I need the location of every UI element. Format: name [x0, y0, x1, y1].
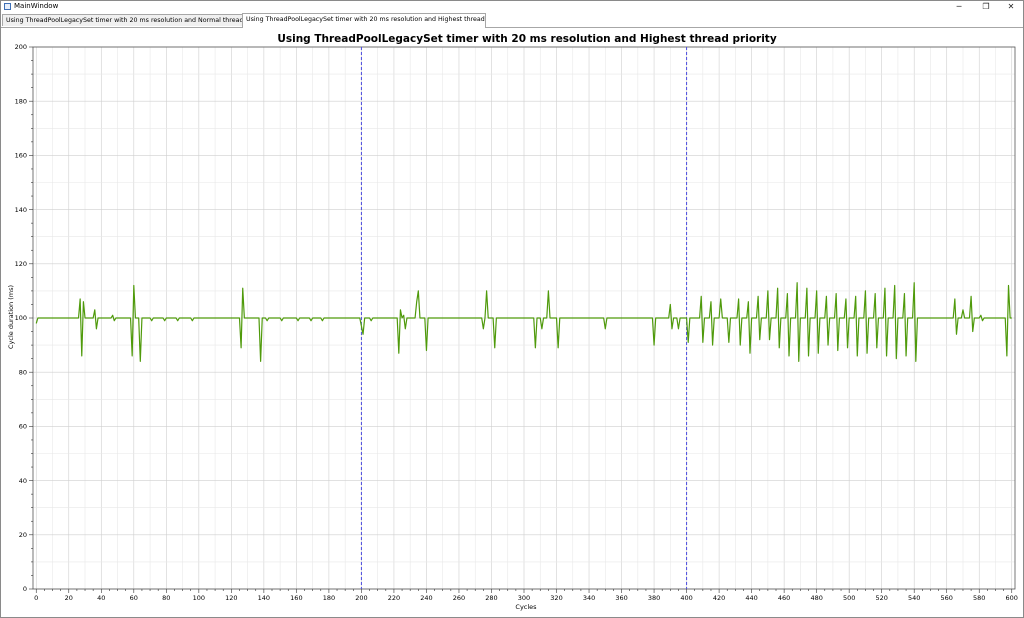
chart-title: Using ThreadPoolLegacySet timer with 20 …: [277, 33, 777, 45]
y-tick-label: 80: [19, 368, 27, 376]
x-tick-label: 100: [193, 594, 205, 602]
x-tick-label: 220: [388, 594, 400, 602]
x-tick-label: 340: [583, 594, 595, 602]
cycle-duration-chart: Using ThreadPoolLegacySet timer with 20 …: [7, 33, 1018, 611]
y-tick-label: 140: [15, 206, 27, 214]
y-tick-label: 160: [15, 152, 27, 160]
tab-highest-priority[interactable]: Using ThreadPoolLegacySet timer with 20 …: [242, 13, 486, 28]
x-tick-label: 140: [258, 594, 270, 602]
x-tick-label: 480: [810, 594, 822, 602]
x-tick-label: 380: [648, 594, 660, 602]
x-tick-label: 320: [550, 594, 562, 602]
x-tick-label: 440: [745, 594, 757, 602]
x-axis-label: Cycles: [515, 603, 537, 611]
app-icon: [4, 3, 11, 10]
window-title: MainWindow: [14, 2, 59, 10]
close-button[interactable]: ✕: [998, 1, 1024, 12]
tab-strip: Using ThreadPoolLegacySet timer with 20 …: [1, 13, 1023, 28]
x-tick-label: 120: [225, 594, 237, 602]
maximize-button[interactable]: ❐: [973, 1, 999, 12]
x-tick-label: 80: [162, 594, 170, 602]
y-tick-label: 0: [23, 585, 27, 593]
x-tick-label: 40: [97, 594, 105, 602]
x-tick-label: 200: [355, 594, 367, 602]
tab-normal-priority[interactable]: Using ThreadPoolLegacySet timer with 20 …: [2, 14, 243, 26]
x-tick-label: 540: [908, 594, 920, 602]
x-tick-label: 240: [420, 594, 432, 602]
x-tick-label: 560: [941, 594, 953, 602]
x-tick-label: 180: [323, 594, 335, 602]
x-tick-label: 260: [453, 594, 465, 602]
y-tick-label: 40: [19, 477, 27, 485]
y-tick-label: 60: [19, 423, 27, 431]
x-tick-label: 20: [65, 594, 73, 602]
y-tick-label: 100: [15, 314, 27, 322]
x-tick-label: 360: [615, 594, 627, 602]
x-tick-label: 300: [518, 594, 530, 602]
x-tick-label: 0: [34, 594, 38, 602]
x-tick-label: 500: [843, 594, 855, 602]
x-tick-label: 420: [713, 594, 725, 602]
title-bar[interactable]: MainWindow ─ ❐ ✕: [1, 1, 1023, 12]
main-window: MainWindow ─ ❐ ✕ Using ThreadPoolLegacyS…: [0, 0, 1024, 618]
x-tick-label: 280: [485, 594, 497, 602]
y-tick-label: 120: [15, 260, 27, 268]
x-tick-label: 60: [130, 594, 138, 602]
x-tick-label: 600: [1006, 594, 1018, 602]
x-tick-label: 400: [680, 594, 692, 602]
tick-labels: 0 20 40 60 80 100 120 140 160 180 200 220 240 260 280 3…: [15, 43, 1018, 602]
y-tick-label: 180: [15, 97, 27, 105]
x-tick-label: 580: [973, 594, 985, 602]
y-tick-label: 20: [19, 531, 27, 539]
x-tick-label: 520: [875, 594, 887, 602]
chart-panel: Using ThreadPoolLegacySet timer with 20 …: [2, 28, 1023, 617]
x-tick-label: 460: [778, 594, 790, 602]
x-tick-label: 160: [290, 594, 302, 602]
y-tick-label: 200: [15, 43, 27, 51]
minimize-button[interactable]: ─: [946, 1, 972, 12]
